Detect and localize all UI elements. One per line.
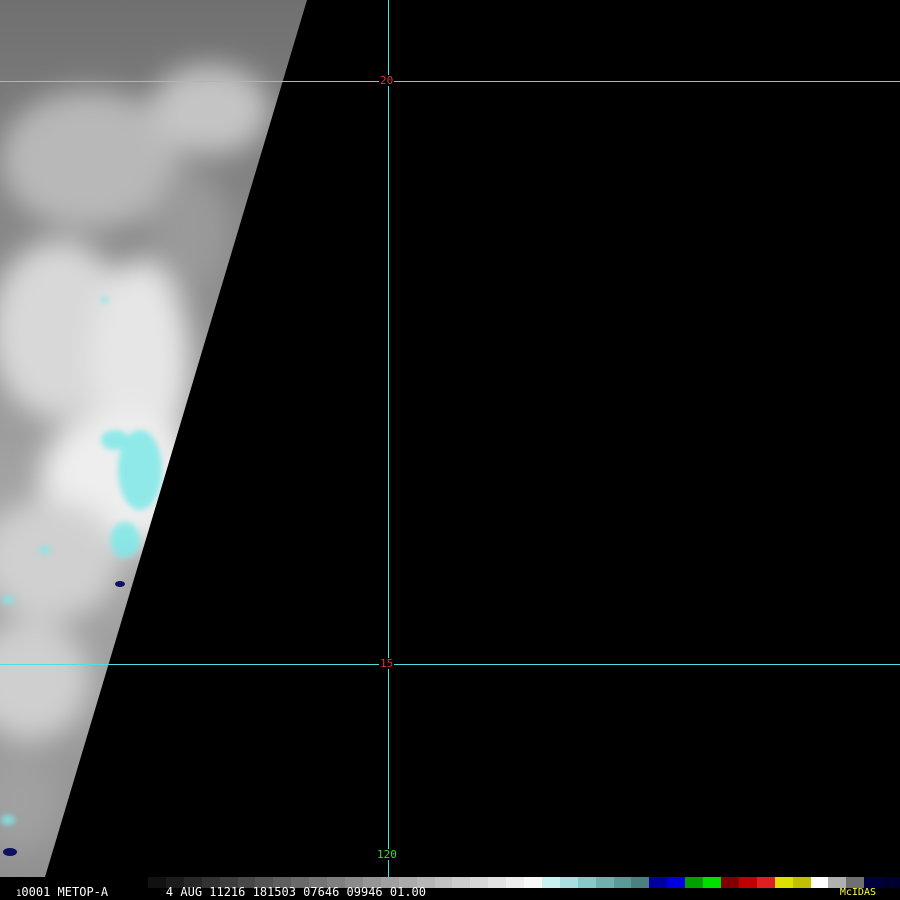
color-scale-step bbox=[882, 877, 900, 888]
color-scale-step bbox=[488, 877, 507, 888]
color-scale-step bbox=[524, 877, 542, 888]
frame-info-text: 0001 METOP-A 4 AUG 11216 181503 07646 09… bbox=[21, 885, 426, 899]
color-scale-step bbox=[667, 877, 686, 888]
color-scale-step bbox=[541, 877, 560, 888]
lat-label-20: 20 bbox=[379, 74, 395, 87]
lon-label-120: 120 bbox=[376, 848, 398, 861]
lat-label-15: 15 bbox=[379, 657, 395, 670]
mcidas-brand: McIDAS bbox=[839, 887, 876, 898]
color-scale-step bbox=[559, 877, 578, 888]
satellite-image-map bbox=[0, 0, 900, 877]
color-scale-step bbox=[756, 877, 775, 888]
color-scale-step bbox=[685, 877, 704, 888]
color-scale-step bbox=[703, 877, 721, 888]
color-scale-step bbox=[470, 877, 489, 888]
color-scale-step bbox=[452, 877, 471, 888]
color-scale-step bbox=[595, 877, 614, 888]
color-scale-step bbox=[810, 877, 829, 888]
color-scale-step bbox=[613, 877, 632, 888]
color-scale-step bbox=[577, 877, 596, 888]
color-scale-step bbox=[774, 877, 793, 888]
color-scale-step bbox=[434, 877, 453, 888]
color-scale-step bbox=[649, 877, 668, 888]
color-scale-step bbox=[631, 877, 650, 888]
color-scale-step bbox=[506, 877, 525, 888]
color-scale-step bbox=[721, 877, 739, 888]
frame-info: 10001 METOP-A 4 AUG 11216 181503 07646 0… bbox=[16, 886, 426, 900]
color-scale-step bbox=[738, 877, 757, 888]
color-scale-step bbox=[792, 877, 811, 888]
